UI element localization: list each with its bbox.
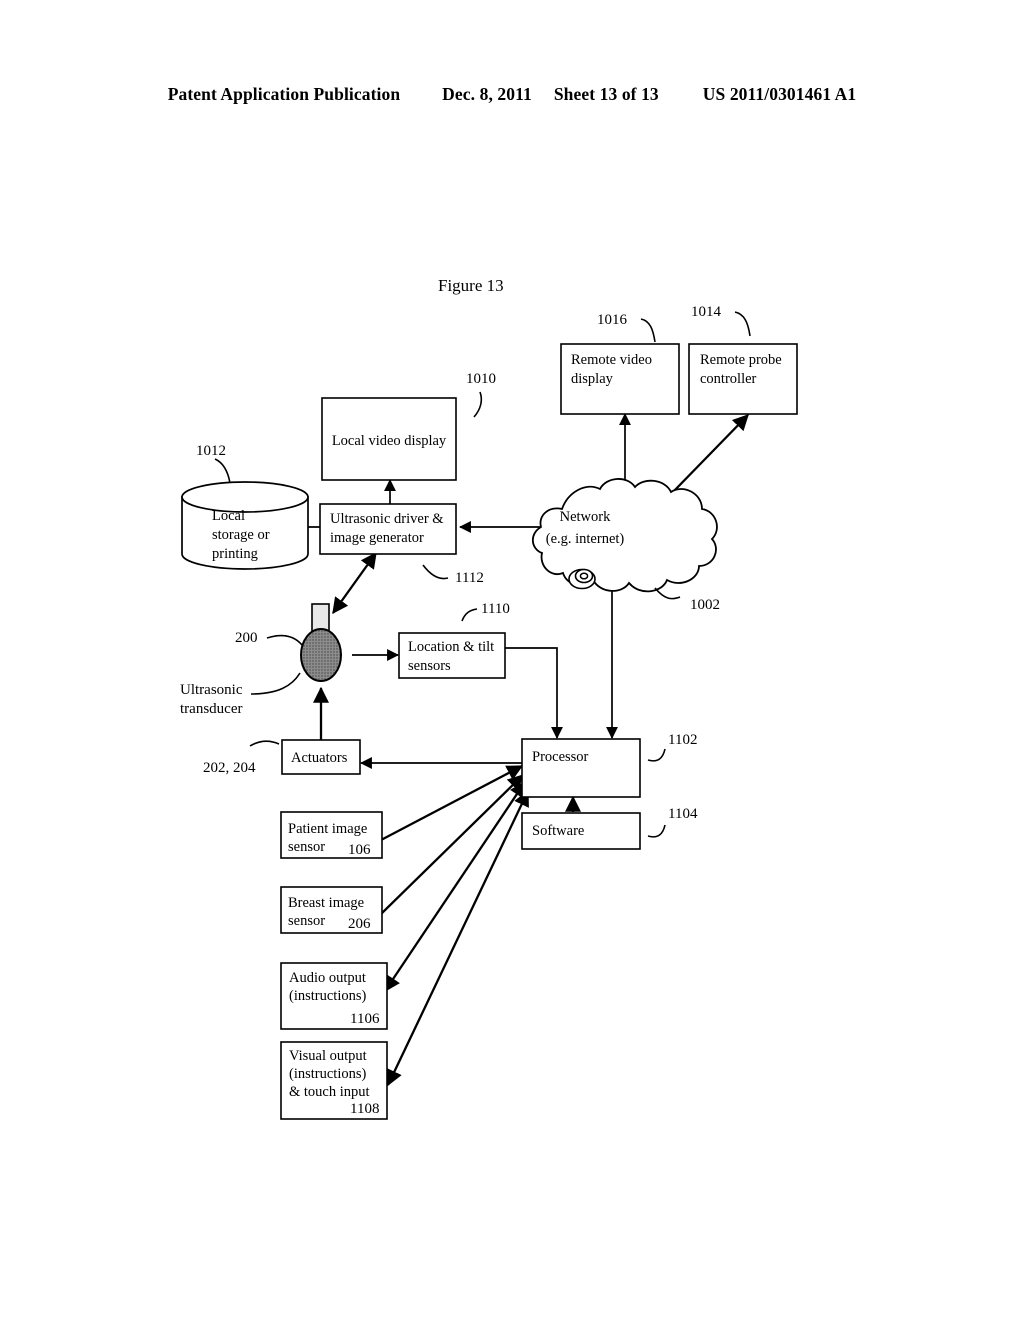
leader-local-video-display-ref: [473, 391, 483, 418]
leader-software-ref: [647, 824, 666, 838]
leader-remote-probe-controller-ref: [734, 311, 751, 337]
ref-audio-output: 1106: [350, 1011, 380, 1027]
ref-actuators: 202, 204: [203, 760, 256, 776]
local-storage-label-line2: storage or: [212, 527, 270, 543]
breast-image-sensor-label-line1: Breast image: [288, 895, 364, 911]
actuators-label: Actuators: [291, 750, 348, 766]
patient-image-sensor-label-line1: Patient image: [288, 821, 367, 837]
software-label: Software: [532, 823, 584, 839]
location-tilt-sensors-label-line1: Location & tilt: [408, 639, 494, 655]
ref-patient-image-sensor: 106: [348, 842, 371, 858]
visual-output-label-line3: & touch input: [289, 1084, 370, 1100]
edge-visual-output-processor: [386, 789, 530, 1087]
leader-actuators-ref: [249, 740, 280, 747]
node-ultrasonic-driver: Ultrasonic driver & image generator: [319, 503, 457, 555]
node-audio-output: Audio output (instructions) 1106: [280, 962, 388, 1030]
ref-software: 1104: [668, 806, 698, 822]
remote-probe-controller-label-line2: controller: [700, 371, 757, 387]
ref-network: 1002: [690, 597, 720, 613]
node-remote-probe-controller: Remote probe controller: [688, 343, 798, 415]
local-storage-label-line1: Local: [212, 508, 245, 524]
transducer-head-icon: [300, 628, 342, 682]
node-local-storage: Local storage or printing: [181, 481, 309, 570]
node-local-video-display: Local video display: [321, 397, 457, 481]
network-label-line1: Network: [560, 509, 611, 525]
ref-local-storage: 1012: [196, 443, 226, 459]
figure-13-diagram: Figure 13 Network (e.g. internet) 1002 R…: [0, 0, 1024, 1320]
patient-image-sensor-label-line2: sensor: [288, 839, 325, 855]
ref-breast-image-sensor: 206: [348, 916, 371, 932]
leader-ultrasonic-driver-ref: [422, 564, 449, 580]
edge-ultrasonic-driver-transducer: [332, 551, 377, 615]
leader-transducer-ref: [266, 634, 303, 646]
local-storage-label-line3: printing: [212, 546, 258, 562]
ref-ultrasonic-transducer: 200: [235, 630, 258, 646]
node-processor: Processor: [521, 738, 641, 798]
ref-visual-output: 1108: [350, 1101, 379, 1117]
visual-output-label-line1: Visual output: [289, 1048, 367, 1064]
network-label-line2: (e.g. internet): [546, 531, 625, 547]
ref-remote-probe-controller: 1014: [691, 304, 722, 320]
figure-title: Figure 13: [438, 276, 504, 295]
node-breast-image-sensor: Breast image sensor 206: [280, 886, 383, 934]
node-patient-image-sensor: Patient image sensor 106: [280, 811, 383, 859]
ref-remote-video-display: 1016: [597, 312, 628, 328]
network-cloud: Network (e.g. internet): [531, 478, 718, 593]
remote-video-display-label-line2: display: [571, 371, 614, 387]
patent-page: Patent Application Publication Dec. 8, 2…: [0, 0, 1024, 1320]
node-actuators: Actuators: [281, 739, 361, 775]
ref-location-tilt-sensors: 1110: [481, 601, 510, 617]
remote-video-display-label-line1: Remote video: [571, 352, 652, 368]
edge-location-tilt-sensors-to-processor: [505, 647, 563, 739]
leader-remote-video-display-ref: [640, 318, 656, 343]
visual-output-label-line2: (instructions): [289, 1066, 366, 1082]
edge-patient-image-sensor-to-processor: [380, 764, 524, 842]
ultrasonic-transducer-label-line2: transducer: [180, 701, 242, 717]
node-location-tilt-sensors: Location & tilt sensors: [398, 632, 506, 679]
ultrasonic-driver-label-line1: Ultrasonic driver &: [330, 511, 444, 527]
node-ultrasonic-transducer: [300, 603, 342, 682]
edge-network-to-remote-probe-controller: [671, 414, 749, 494]
leader-processor-ref: [647, 748, 666, 762]
network-globe-core-icon: [579, 572, 589, 580]
local-video-display-label: Local video display: [332, 433, 447, 449]
audio-output-label-line2: (instructions): [289, 988, 366, 1004]
node-visual-output: Visual output (instructions) & touch inp…: [280, 1041, 388, 1120]
ref-ultrasonic-driver: 1112: [455, 570, 484, 586]
remote-probe-controller-label-line1: Remote probe: [700, 352, 782, 368]
leader-local-storage-ref: [214, 458, 231, 484]
leader-location-tilt-sensors-ref: [461, 608, 478, 622]
ultrasonic-driver-label-line2: image generator: [330, 530, 424, 546]
location-tilt-sensors-label-line2: sensors: [408, 658, 451, 674]
node-software: Software: [521, 812, 641, 850]
ref-processor: 1102: [668, 732, 697, 748]
processor-label: Processor: [532, 749, 589, 765]
audio-output-label-line1: Audio output: [289, 970, 366, 986]
breast-image-sensor-label-line2: sensor: [288, 913, 325, 929]
ref-local-video-display: 1010: [466, 371, 496, 387]
edge-audio-output-processor: [384, 780, 526, 993]
node-remote-video-display: Remote video display: [560, 343, 680, 415]
leader-transducer-name: [250, 672, 301, 695]
ultrasonic-transducer-label-line1: Ultrasonic: [180, 682, 243, 698]
